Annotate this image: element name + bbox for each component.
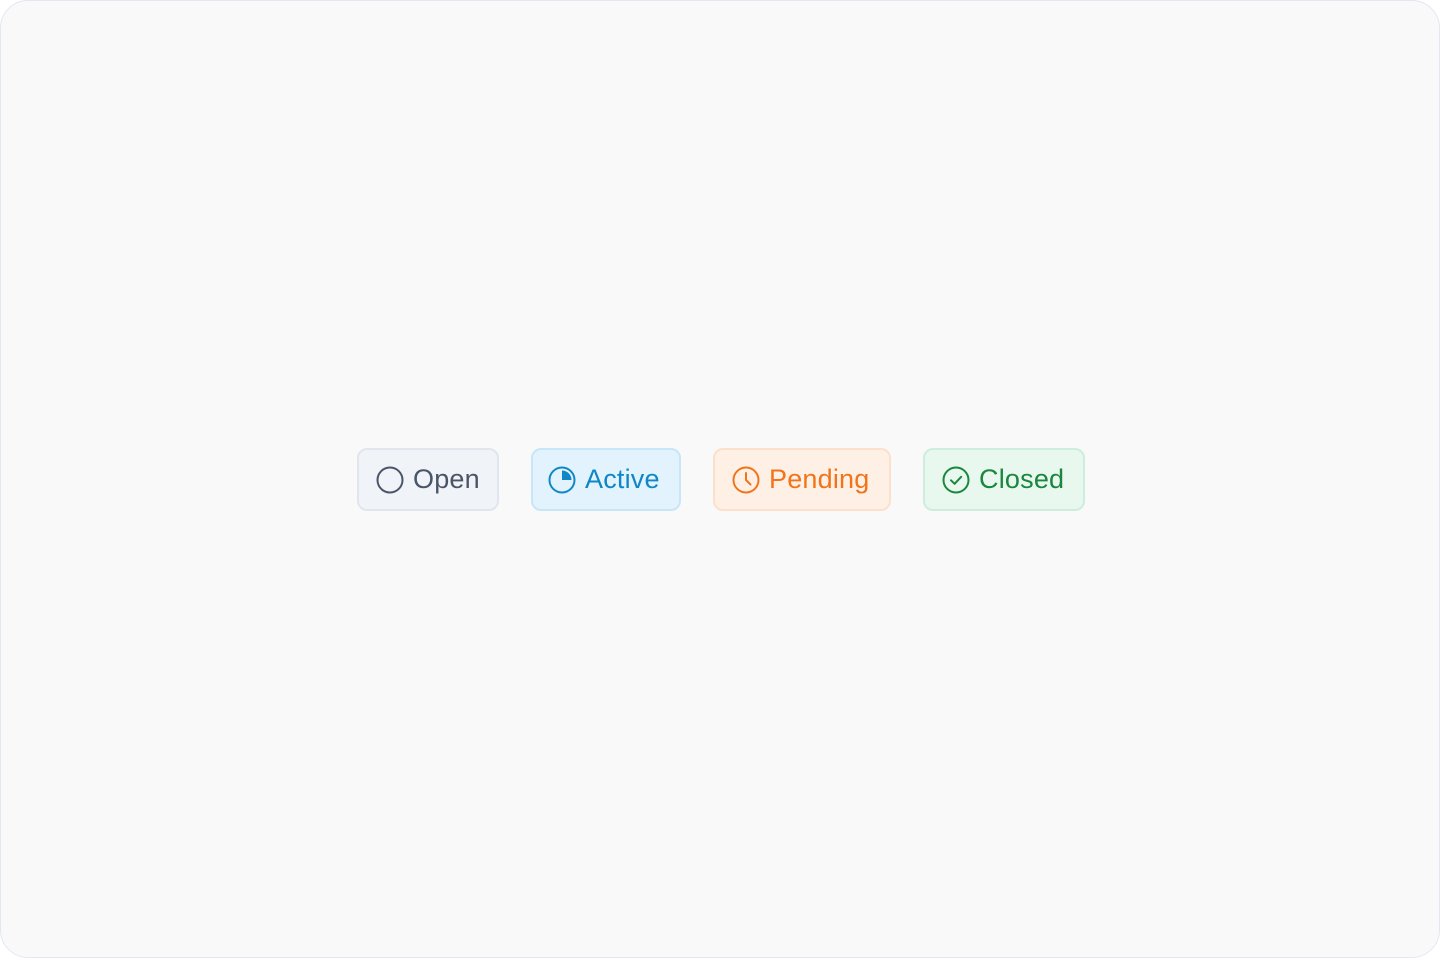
progress-pie-icon (547, 465, 577, 495)
canvas-frame: Open Active Pending Closed (0, 0, 1440, 958)
status-badge-pending[interactable]: Pending (713, 448, 891, 511)
status-badge-open[interactable]: Open (357, 448, 499, 511)
open-circle-icon (375, 465, 405, 495)
status-badge-label: Closed (979, 464, 1065, 494)
status-badge-closed[interactable]: Closed (923, 448, 1085, 511)
status-badge-label: Active (585, 464, 660, 494)
check-circle-icon (941, 465, 971, 495)
clock-icon (731, 465, 761, 495)
status-badge-row: Open Active Pending Closed (357, 448, 1085, 511)
status-badge-label: Open (413, 464, 480, 494)
status-badge-label: Pending (769, 464, 870, 494)
status-badge-active[interactable]: Active (531, 448, 681, 511)
